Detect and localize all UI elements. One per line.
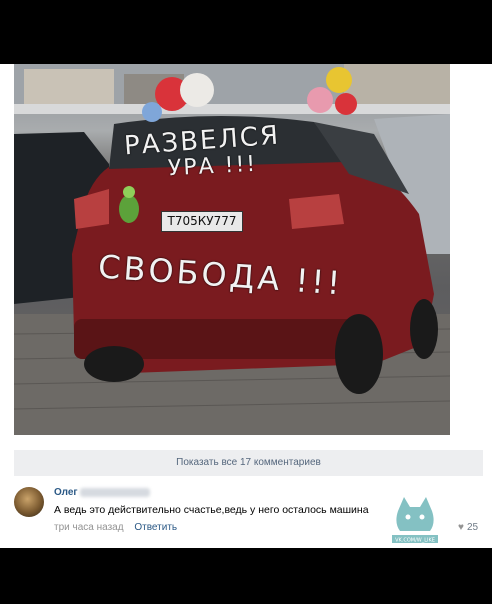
- heart-icon: ♥: [458, 522, 464, 533]
- post-card: РАЗВЕЛСЯ УРА !!! СВОБОДА !!! Т705КУ777 П…: [0, 64, 492, 548]
- show-all-comments-button[interactable]: Показать все 17 комментариев: [14, 450, 483, 476]
- blurred-surname: [80, 488, 150, 497]
- reply-button[interactable]: Ответить: [134, 522, 177, 533]
- cat-watermark-logo: VK.COM/W_LIKE: [392, 497, 438, 544]
- license-plate: Т705КУ777: [161, 211, 243, 232]
- windshield-text-line2: УРА !!!: [167, 151, 258, 182]
- like-count: 25: [466, 522, 479, 533]
- like-button[interactable]: ♥ 25: [458, 522, 478, 533]
- avatar[interactable]: [14, 487, 44, 517]
- comment-author[interactable]: Олег: [54, 487, 78, 498]
- post-photo[interactable]: РАЗВЕЛСЯ УРА !!! СВОБОДА !!! Т705КУ777: [14, 64, 450, 435]
- comment-text: А ведь это действительно счастье,ведь у …: [54, 504, 369, 516]
- comment-meta: три часа назад Ответить: [54, 522, 177, 533]
- watermark-text: VK.COM/W_LIKE: [395, 538, 435, 544]
- comment-time[interactable]: три часа назад: [54, 522, 124, 533]
- car-photo-illustration: [14, 64, 450, 435]
